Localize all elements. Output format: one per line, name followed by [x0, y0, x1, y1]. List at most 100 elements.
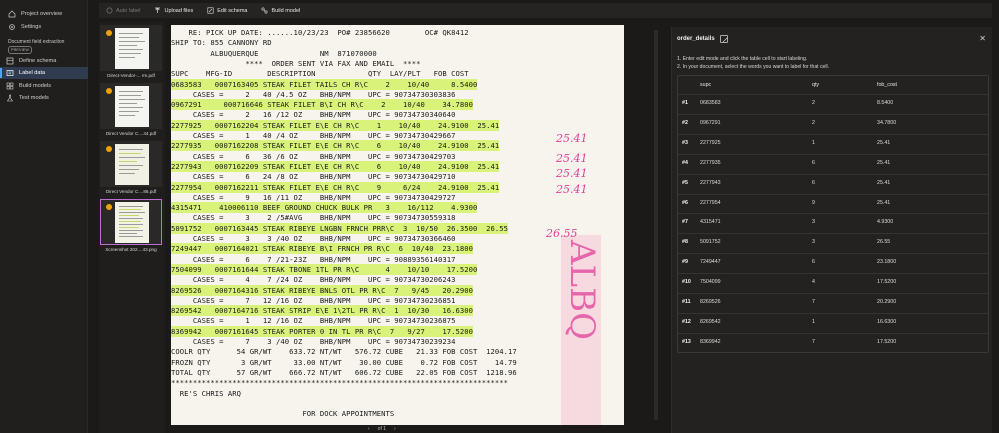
next-page-icon[interactable]: ›	[394, 426, 396, 432]
table-header: supc qty fob_cost	[678, 76, 988, 94]
table-row[interactable]: #8 5091752 3 26.55	[678, 233, 988, 250]
table-row[interactable]: #2 0967291 2 34.7800	[678, 113, 988, 131]
table-row[interactable]: #1 0683583 2 8.5400	[678, 94, 988, 111]
supc-cell[interactable]: 0683583	[700, 95, 721, 111]
section-title: Document field extraction	[8, 39, 65, 45]
thumbnail-item[interactable]: Direct-Vendor-... rm.pdf	[100, 25, 162, 78]
upload-files-button[interactable]: Upload files	[147, 3, 200, 18]
qty-cell[interactable]: 1	[812, 314, 815, 330]
nav-label: Define schema	[19, 58, 57, 64]
close-icon[interactable]: ✕	[979, 34, 986, 43]
fob-cost-cell[interactable]: 26.55	[877, 234, 890, 250]
upload-files-text: Upload files	[164, 7, 194, 14]
qty-cell[interactable]: 7	[812, 334, 815, 350]
qty-cell[interactable]: 3	[812, 214, 815, 230]
supc-cell[interactable]: 8369942	[700, 334, 721, 350]
thumbnail-image	[100, 141, 162, 187]
auto-label-icon	[106, 7, 113, 14]
schema-icon	[6, 57, 14, 65]
table-row[interactable]: #10 7504099 4 17.5200	[678, 273, 988, 290]
thumbnail-item[interactable]: Direct Vendor C....44.pdf	[100, 83, 162, 136]
table-row[interactable]: #7 4315471 3 4.9300	[678, 213, 988, 230]
fob-cost-cell[interactable]: 34.7800	[877, 115, 896, 131]
supc-cell[interactable]: 2277954	[700, 195, 721, 211]
fob-cost-cell[interactable]: 23.1800	[877, 254, 896, 270]
fob-cost-cell[interactable]: 8.5400	[877, 95, 893, 111]
supc-cell[interactable]: 2277935	[700, 155, 721, 171]
edit-schema-button[interactable]: Edit schema	[200, 3, 254, 18]
prev-page-icon[interactable]: ‹	[368, 426, 370, 432]
nav-label: Label data	[19, 70, 46, 76]
nav-label: Project overview	[21, 11, 63, 17]
document-line[interactable]: FOR DOCK APPOINTMENTS	[171, 408, 394, 419]
qty-cell[interactable]: 6	[812, 175, 815, 191]
supc-cell[interactable]: 8269542	[700, 314, 721, 330]
fob-cost-cell[interactable]: 25.41	[877, 135, 890, 151]
nav-test-models[interactable]: Test models	[0, 92, 88, 104]
supc-cell[interactable]: 4315471	[700, 214, 721, 230]
table-row[interactable]: #5 2277943 6 25.41	[678, 173, 988, 191]
models-icon	[6, 82, 14, 90]
table-row[interactable]: #3 2277925 1 25.41	[678, 133, 988, 151]
row-number: #2	[682, 119, 688, 126]
qty-cell[interactable]: 6	[812, 254, 815, 270]
nav-settings[interactable]: Settings	[0, 21, 88, 33]
supc-cell[interactable]: 2277925	[700, 135, 721, 151]
supc-cell[interactable]: 5091752	[700, 234, 721, 250]
supc-cell[interactable]: 7504099	[700, 274, 721, 290]
qty-cell[interactable]: 4	[812, 274, 815, 290]
table-row[interactable]: #12 8269542 1 16.6300	[678, 312, 988, 330]
nav-project-overview[interactable]: Project overview	[0, 8, 88, 20]
nav-label: Settings	[21, 24, 42, 30]
fob-cost-cell[interactable]: 17.5200	[877, 334, 896, 350]
fob-cost-cell[interactable]: 16.6300	[877, 314, 896, 330]
edit-icon[interactable]	[719, 35, 728, 43]
nav-build-models[interactable]: Build models	[0, 80, 88, 92]
fob-cost-cell[interactable]: 25.41	[877, 195, 890, 211]
fob-cost-cell[interactable]: 4.9300	[877, 214, 893, 230]
table-row[interactable]: #6 2277954 9 25.41	[678, 193, 988, 211]
qty-cell[interactable]: 9	[812, 195, 815, 211]
nav-define-schema[interactable]: Define schema	[0, 55, 88, 67]
auto-label-text: Auto label	[116, 7, 141, 14]
auto-label-button[interactable]: Auto label	[99, 3, 147, 18]
nav-label: Test models	[19, 95, 49, 101]
supc-cell[interactable]: 8269526	[700, 294, 721, 310]
document-line[interactable]: RE'S CHRIS ARQ	[171, 388, 241, 399]
fob-cost-cell[interactable]: 17.5200	[877, 274, 896, 290]
nav-label-data[interactable]: Label data	[0, 67, 88, 79]
viewer-scrollbar[interactable]	[654, 30, 658, 420]
qty-cell[interactable]: 2	[812, 115, 815, 131]
row-number: #12	[682, 318, 691, 325]
row-number: #5	[682, 179, 688, 186]
table-row[interactable]: #11 8269526 7 20.2900	[678, 293, 988, 310]
qty-cell[interactable]: 2	[812, 95, 815, 111]
gear-icon	[8, 23, 16, 31]
build-model-button[interactable]: Build model	[254, 3, 307, 18]
row-number: #11	[682, 299, 691, 305]
fob-cost-cell[interactable]: 25.41	[877, 155, 890, 171]
supc-cell[interactable]: 7249447	[700, 254, 721, 270]
thumbnail-caption: Direct Vendor C....86.pdf	[105, 189, 157, 194]
thumbnail-caption: Direct-Vendor-... rm.pdf	[107, 73, 155, 78]
instruction-line: 1. Enter edit mode and click the table c…	[677, 56, 808, 62]
qty-cell[interactable]: 7	[812, 294, 815, 310]
qty-cell[interactable]: 1	[812, 135, 815, 151]
table-row[interactable]: #4 2277935 6 25.41	[678, 153, 988, 171]
table-row[interactable]: #9 7249447 6 23.1800	[678, 253, 988, 270]
status-dot	[106, 146, 112, 152]
qty-cell[interactable]: 6	[812, 155, 815, 171]
thumbnail-item-selected[interactable]: Screenshot 202....43.png	[100, 199, 162, 252]
status-dot	[106, 88, 112, 94]
left-nav: Project overview Settings Document field…	[0, 0, 88, 433]
qty-cell[interactable]: 3	[812, 234, 815, 250]
supc-cell[interactable]: 0967291	[700, 115, 721, 131]
supc-cell[interactable]: 2277943	[700, 175, 721, 191]
fob-cost-cell[interactable]: 25.41	[877, 175, 890, 191]
table-row[interactable]: #13 8369942 7 17.5200	[678, 332, 988, 350]
document-page[interactable]: RE: PICK UP DATE: ......10/23/23 PO# 238…	[171, 25, 624, 425]
fob-cost-cell[interactable]: 20.2900	[877, 294, 896, 310]
label-icon	[6, 69, 14, 77]
thumbnail-item[interactable]: Direct Vendor C....86.pdf	[100, 141, 162, 194]
thumbnail-image	[100, 83, 162, 129]
